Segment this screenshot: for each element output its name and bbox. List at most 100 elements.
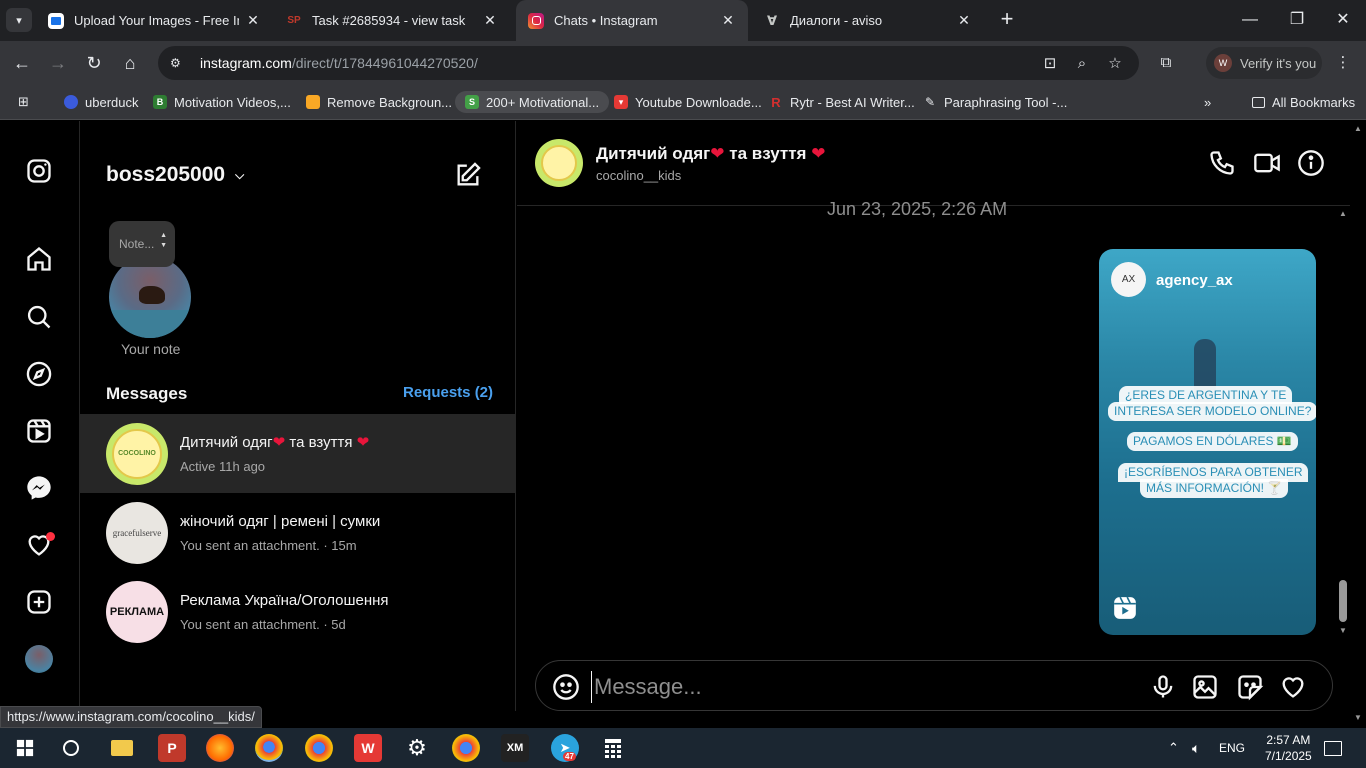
bookmark-motivation-videos[interactable]: B Motivation Videos,...: [153, 91, 291, 113]
bookmark-star-icon[interactable]: ☆: [1105, 54, 1125, 74]
telegram-icon[interactable]: ➤ 47: [551, 734, 579, 762]
explore-icon[interactable]: [24, 359, 54, 389]
conversation-item[interactable]: COCOLINO Дитячий одяг❤ та взуття ❤ Activ…: [80, 414, 516, 493]
input-language[interactable]: ENG: [1219, 728, 1245, 768]
profile-button[interactable]: W Verify it's you: [1206, 47, 1322, 79]
reload-icon[interactable]: ↻: [82, 51, 106, 75]
sticker-icon[interactable]: [1236, 673, 1264, 701]
wps-presentation-icon[interactable]: P: [158, 734, 186, 762]
profile-avatar[interactable]: [24, 644, 54, 674]
close-icon[interactable]: ✕: [720, 12, 736, 29]
microphone-icon[interactable]: [1149, 673, 1177, 701]
home-icon[interactable]: ⌂: [118, 51, 142, 75]
tray-chevron-up-icon[interactable]: ⌃: [1168, 728, 1179, 768]
scroll-thumb[interactable]: [1339, 580, 1347, 622]
emoji-icon[interactable]: [552, 673, 580, 701]
chat-avatar[interactable]: [535, 139, 583, 187]
firefox-icon[interactable]: [206, 734, 234, 762]
bookmark-paraphrasing-tool[interactable]: ✎ Paraphrasing Tool -...: [923, 91, 1067, 113]
extensions-icon[interactable]: ⧉: [1156, 53, 1176, 73]
window-close-icon[interactable]: ✕: [1331, 8, 1355, 32]
system-clock[interactable]: 2:57 AM 7/1/2025: [1265, 728, 1312, 768]
phone-icon[interactable]: [1208, 149, 1236, 177]
messenger-icon[interactable]: [24, 473, 54, 503]
bookmark-200-motivational[interactable]: S 200+ Motivational...: [455, 91, 610, 113]
back-icon[interactable]: ←: [10, 51, 34, 75]
message-input[interactable]: [591, 671, 1131, 703]
bookmark-uberduck[interactable]: uberduck: [64, 91, 138, 113]
tab-title: Chats • Instagram: [554, 13, 658, 28]
address-bar[interactable]: ⚙ instagram.com/direct/t/178449610442705…: [158, 46, 1139, 80]
file-explorer-icon[interactable]: [108, 734, 136, 762]
scroll-down-arrow-icon[interactable]: ▼: [1338, 626, 1348, 635]
forward-icon[interactable]: →: [46, 51, 70, 75]
note-bubble[interactable]: Note... ▲ ▼: [109, 221, 175, 267]
new-message-icon[interactable]: [454, 161, 482, 189]
conversation-item[interactable]: РЕКЛАМА Реклама Україна/Оголошення You s…: [80, 572, 516, 651]
windows-start-icon[interactable]: [10, 734, 40, 762]
close-icon[interactable]: ✕: [482, 12, 498, 29]
bookmark-remove-background[interactable]: Remove Backgroun...: [306, 91, 452, 113]
site-info-icon[interactable]: ⚙: [170, 56, 188, 70]
page-scrollbar[interactable]: ▲ ▼: [1350, 121, 1366, 728]
tab-task[interactable]: SP Task #2685934 - view task ✕: [274, 0, 510, 41]
home-icon[interactable]: [24, 244, 54, 274]
instagram-icon: [528, 12, 544, 29]
install-app-icon[interactable]: ⊡: [1040, 54, 1060, 74]
conversation-panel: boss205000 ⌵ Note... ▲ ▼ Your note Messag…: [80, 121, 516, 711]
scroll-up-arrow-icon[interactable]: ▲: [1353, 124, 1363, 133]
chat-title[interactable]: Дитячий одяг❤ та взуття ❤: [596, 144, 825, 164]
notifications-heart-icon[interactable]: [24, 530, 55, 560]
conversation-name: Дитячий одяг❤ та взуття ❤: [180, 434, 370, 451]
notification-dot: [46, 532, 55, 541]
tab-search-button[interactable]: ▾: [6, 8, 32, 32]
close-icon[interactable]: ✕: [245, 12, 261, 29]
volume-icon[interactable]: 🔈︎: [1192, 728, 1200, 768]
tab-upload-images[interactable]: Upload Your Images - Free Imag ✕: [36, 0, 273, 41]
notification-center-icon[interactable]: [1324, 728, 1342, 768]
wps-office-icon[interactable]: W: [354, 734, 382, 762]
requests-link[interactable]: Requests (2): [403, 384, 493, 401]
apps-grid-icon[interactable]: ⊞: [18, 91, 29, 113]
reels-icon[interactable]: [24, 416, 54, 446]
restore-icon[interactable]: ❐: [1285, 8, 1309, 32]
create-icon[interactable]: [24, 587, 54, 617]
tab-instagram-chats[interactable]: Chats • Instagram ✕: [516, 0, 748, 41]
scroll-down-arrow-icon[interactable]: ▼: [1353, 713, 1363, 722]
avatar-photo-sea: [109, 310, 191, 338]
reel-account-avatar[interactable]: AX: [1111, 262, 1146, 297]
search-icon[interactable]: [24, 302, 54, 332]
instagram-logo-icon[interactable]: [24, 156, 54, 186]
image-upload-icon: [48, 12, 64, 29]
calculator-icon[interactable]: [599, 734, 627, 762]
zoom-icon[interactable]: ⌕: [1072, 54, 1092, 74]
more-bookmarks-icon[interactable]: »: [1204, 91, 1211, 113]
bookmark-youtube-downloader[interactable]: ▾ Youtube Downloade...: [614, 91, 762, 113]
conversation-name: Реклама Україна/Оголошення: [180, 591, 389, 609]
chrome-icon[interactable]: [305, 734, 333, 762]
conversation-subtitle: You sent an attachment. · 5d: [180, 616, 346, 632]
chat-scrollbar[interactable]: ▲ ▼: [1336, 206, 1350, 711]
reel-account-name[interactable]: agency_ax: [1156, 272, 1233, 289]
all-bookmarks[interactable]: All Bookmarks: [1252, 91, 1355, 113]
bookmark-rytr[interactable]: R Rytr - Best AI Writer...: [769, 91, 914, 113]
your-note-avatar[interactable]: [109, 256, 191, 338]
minimize-icon[interactable]: —: [1238, 8, 1262, 32]
xm-icon[interactable]: XM: [501, 734, 529, 762]
chrome-profile-icon[interactable]: [255, 734, 283, 762]
image-upload-icon[interactable]: [1191, 673, 1219, 701]
tab-aviso[interactable]: ∀ Диалоги - aviso ✕: [752, 0, 984, 41]
close-icon[interactable]: ✕: [956, 12, 972, 29]
settings-gear-icon[interactable]: ⚙: [403, 734, 431, 762]
scroll-up-arrow-icon[interactable]: ▲: [1338, 209, 1348, 218]
more-menu-icon[interactable]: ⋮: [1333, 53, 1353, 73]
conversation-item[interactable]: gracefulserve жіночий одяг | ремені | су…: [80, 493, 516, 572]
new-tab-button[interactable]: +: [996, 8, 1018, 30]
account-switcher[interactable]: boss205000 ⌵: [106, 163, 244, 187]
chrome-profile-2-icon[interactable]: [452, 734, 480, 762]
video-call-icon[interactable]: [1253, 149, 1281, 177]
search-circle-icon[interactable]: [57, 734, 85, 762]
info-icon[interactable]: [1297, 149, 1325, 177]
shared-reel[interactable]: AX agency_ax ¿ERES DE ARGENTINA Y TE INT…: [1099, 249, 1316, 635]
like-heart-icon[interactable]: [1279, 673, 1307, 701]
